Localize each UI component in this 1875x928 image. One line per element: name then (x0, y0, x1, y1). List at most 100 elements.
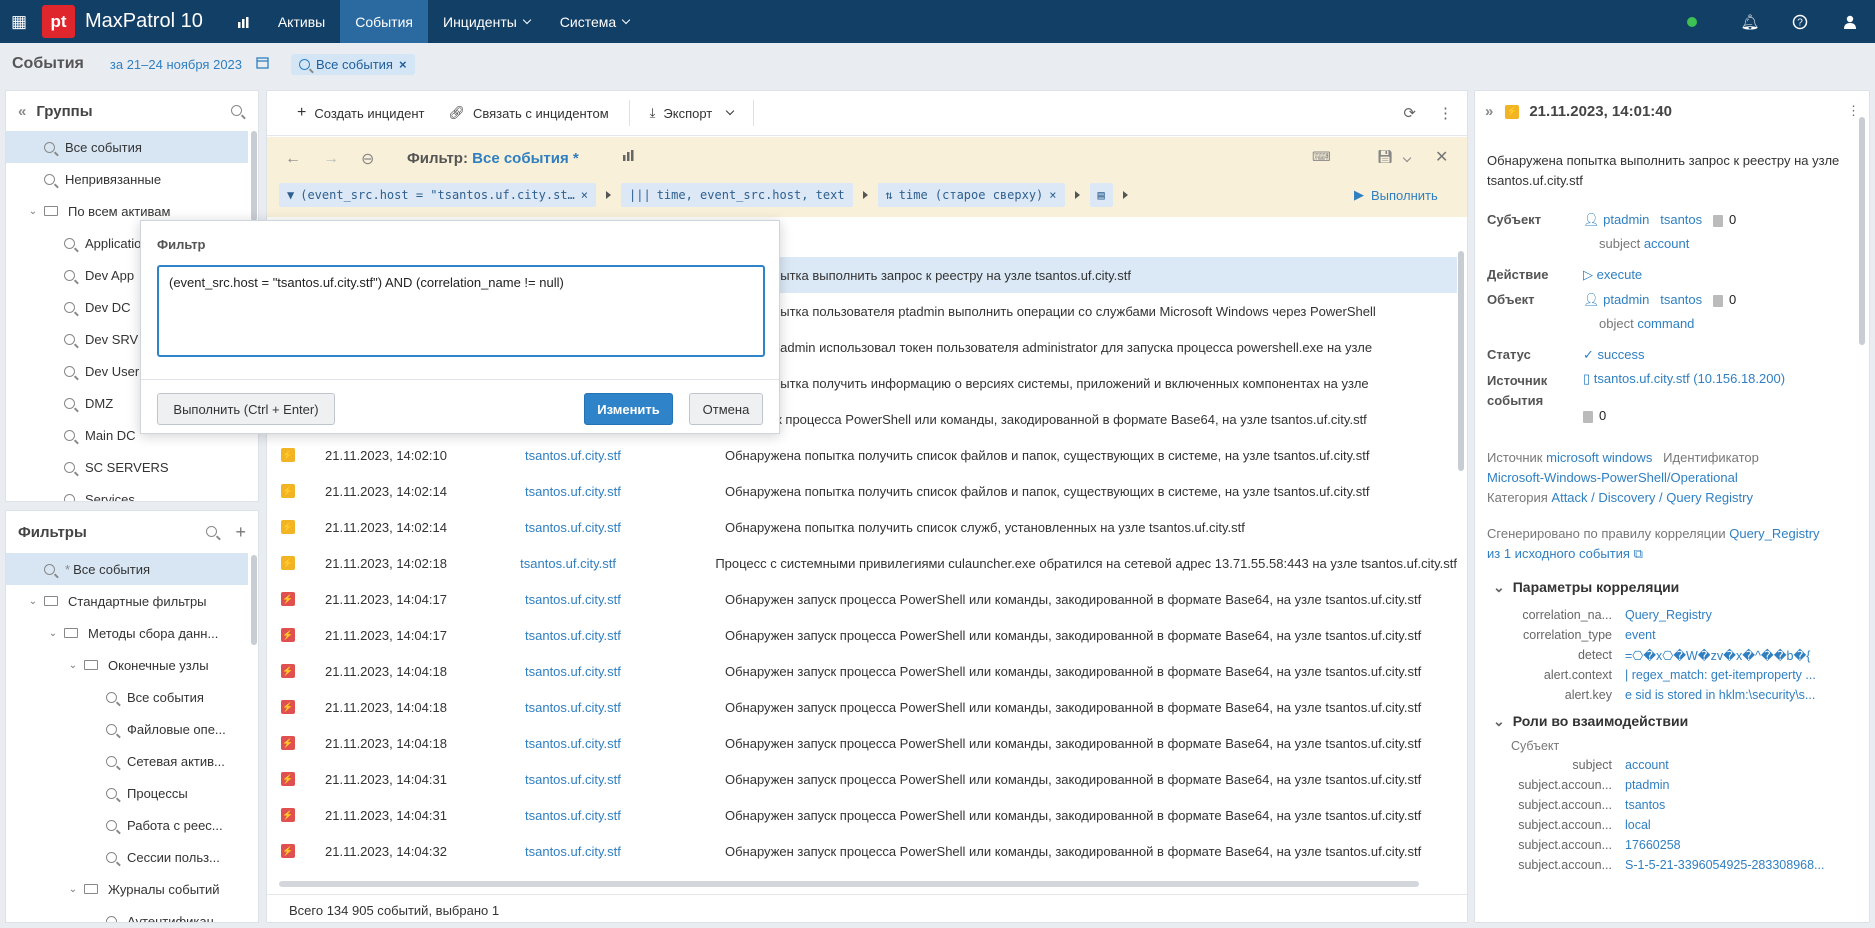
param-value[interactable]: account (1625, 758, 1835, 772)
history-icon[interactable]: ⊖ (361, 149, 374, 169)
event-host[interactable]: tsantos.uf.city.stf (525, 808, 725, 823)
save-icon[interactable]: 💾︎ (1377, 149, 1411, 165)
apps-grid-icon[interactable]: ▦ (0, 12, 38, 32)
source-link[interactable]: tsantos.uf.city.stf (10.156.18.200) (1594, 371, 1785, 386)
subject-user-link[interactable]: ptadmin (1603, 212, 1649, 227)
param-value[interactable]: event (1625, 628, 1835, 642)
source-events-link[interactable]: из 1 исходного события (1487, 546, 1630, 561)
param-value[interactable]: Query_Registry (1625, 608, 1835, 622)
table-row[interactable]: ⚡ 21.11.2023, 14:04:17 tsantos.uf.city.stf… (267, 581, 1457, 617)
more-icon[interactable]: ⋮ (1438, 104, 1453, 122)
param-value[interactable]: e sid is stored in hklm:\security\s... (1625, 688, 1835, 702)
chevron-down-icon[interactable]: ⌄ (46, 628, 60, 639)
chevron-down-icon[interactable]: ⌄ (1493, 579, 1505, 595)
table-row[interactable]: ⚡ 21.11.2023, 14:04:31 tsantos.uf.city.stf… (267, 761, 1457, 797)
nav-assets[interactable]: Активы (263, 0, 340, 43)
search-icon[interactable] (231, 103, 246, 120)
id-link[interactable]: Microsoft-Windows-PowerShell/Operational (1487, 470, 1738, 485)
param-value[interactable]: ptadmin (1625, 778, 1835, 792)
filter-item[interactable]: Работа с реес... (6, 809, 258, 841)
param-value[interactable]: S-1-5-21-3396054925-283308968... (1625, 858, 1835, 872)
filter-item[interactable]: Все события (6, 681, 258, 713)
period-selector[interactable]: за 21–24 ноября 2023 (110, 57, 242, 72)
nav-events[interactable]: События (340, 0, 428, 43)
close-icon[interactable]: ✕ (1435, 147, 1448, 167)
category-link[interactable]: Attack / Discovery / Query Registry (1551, 490, 1753, 505)
group-item[interactable]: Все события (6, 131, 248, 163)
chevron-down-icon[interactable]: ⌄ (66, 660, 80, 671)
vertical-scrollbar[interactable] (1458, 251, 1464, 471)
nav-incidents[interactable]: Инциденты (428, 0, 545, 43)
chart-icon[interactable] (622, 149, 636, 164)
table-row[interactable]: ⚡ 21.11.2023, 14:04:32 tsantos.uf.city.stf… (267, 833, 1457, 869)
nav-system[interactable]: Система (545, 0, 644, 43)
scrollbar[interactable] (251, 131, 257, 221)
table-row[interactable]: ⚡ 21.11.2023, 14:04:31 tsantos.uf.city.stf… (267, 797, 1457, 833)
subject-host-link[interactable]: tsantos (1660, 212, 1702, 227)
event-host[interactable]: tsantos.uf.city.stf (525, 772, 725, 787)
dashboard-icon[interactable] (225, 0, 263, 43)
chevron-down-icon[interactable]: ⌄ (1493, 713, 1505, 729)
search-icon[interactable] (206, 524, 221, 541)
export-button[interactable]: ⤓ Экспорт (638, 105, 746, 121)
param-value[interactable]: | regex_match: get-itemproperty ... (1625, 668, 1835, 682)
filter-item[interactable]: ⌄ Методы сбора данн... (6, 617, 258, 649)
action-link[interactable]: execute (1597, 267, 1643, 282)
change-button[interactable]: Изменить (584, 393, 673, 425)
back-icon[interactable]: ← (285, 150, 301, 168)
filter-item[interactable]: * Все события (6, 553, 248, 585)
object-type[interactable]: command (1637, 316, 1694, 331)
filter-item[interactable]: Процессы (6, 777, 258, 809)
create-incident-button[interactable]: + Создать инцидент (285, 104, 436, 122)
param-value[interactable]: local (1625, 818, 1835, 832)
columns-pill[interactable]: ||| time, event_src.host, text (621, 183, 853, 207)
run-button[interactable]: ▶ Выполнить (1354, 187, 1438, 203)
param-value[interactable]: tsantos (1625, 798, 1835, 812)
group-item[interactable]: Непривязанные (6, 163, 258, 195)
table-row[interactable]: ⚡ 21.11.2023, 14:04:17 tsantos.uf.city.stf… (267, 617, 1457, 653)
expand-icon[interactable]: » (1485, 103, 1493, 120)
chevron-down-icon[interactable]: ⌄ (66, 884, 80, 895)
object-user-link[interactable]: ptadmin (1603, 292, 1649, 307)
status-link[interactable]: success (1598, 347, 1645, 362)
event-host[interactable]: tsantos.uf.city.stf (525, 628, 725, 643)
event-host[interactable]: tsantos.uf.city.stf (525, 448, 725, 463)
filter-item[interactable]: Аутентификац... (6, 905, 258, 922)
table-row[interactable]: ⚡ 21.11.2023, 14:04:18 tsantos.uf.city.stf… (267, 689, 1457, 725)
forward-icon[interactable]: → (323, 150, 339, 168)
chevron-down-icon[interactable]: ⌄ (26, 206, 40, 217)
filter-name[interactable]: Все события * (472, 150, 579, 167)
object-host-link[interactable]: tsantos (1660, 292, 1702, 307)
cancel-button[interactable]: Отмена (689, 393, 763, 425)
filter-query-input[interactable]: (event_src.host = "tsantos.uf.city.stf")… (157, 265, 765, 357)
event-host[interactable]: tsantos.uf.city.stf (525, 520, 725, 535)
event-host[interactable]: tsantos.uf.city.stf (525, 736, 725, 751)
event-host[interactable]: tsantos.uf.city.stf (525, 484, 725, 499)
scrollbar[interactable] (1859, 117, 1865, 345)
horizontal-scrollbar[interactable] (279, 881, 1419, 887)
param-value[interactable]: 17660258 (1625, 838, 1835, 852)
table-row[interactable]: ⚡ 21.11.2023, 14:02:14 tsantos.uf.city.stf… (267, 509, 1457, 545)
collapse-icon[interactable]: « (18, 103, 26, 120)
filter-pill[interactable]: ▼ (event_src.host = "tsantos.uf.city.st… × (279, 183, 597, 207)
event-host[interactable]: tsantos.uf.city.stf (525, 664, 725, 679)
event-host[interactable]: tsantos.uf.city.stf (525, 700, 725, 715)
chevron-down-icon[interactable]: ⌄ (26, 596, 40, 607)
close-icon[interactable]: × (399, 57, 407, 72)
filter-item[interactable]: Сетевая актив... (6, 745, 258, 777)
more-icon[interactable]: ⋮ (1847, 103, 1860, 119)
filter-chip[interactable]: Все события × (291, 53, 415, 75)
run-query-button[interactable]: Выполнить (Ctrl + Enter) (157, 393, 335, 425)
sort-pill[interactable]: ⇅ time (старое сверху) × (877, 183, 1065, 207)
group-pill[interactable]: ▤ (1089, 183, 1113, 207)
keyboard-icon[interactable]: ⌨ (1312, 149, 1331, 165)
group-item[interactable]: Services (6, 483, 258, 501)
table-row[interactable]: ⚡ 21.11.2023, 14:02:18 tsantos.uf.city.stf… (267, 545, 1457, 581)
event-host[interactable]: tsantos.uf.city.stf (520, 556, 715, 571)
bell-icon[interactable]: 🔔︎ (1725, 0, 1775, 43)
filter-item[interactable]: ⌄ Журналы событий (6, 873, 258, 905)
link-incident-button[interactable]: 🔗︎ Связать с инцидентом (436, 105, 620, 121)
close-icon[interactable]: × (581, 188, 588, 202)
close-icon[interactable]: × (1049, 188, 1056, 202)
user-icon[interactable] (1825, 0, 1875, 43)
